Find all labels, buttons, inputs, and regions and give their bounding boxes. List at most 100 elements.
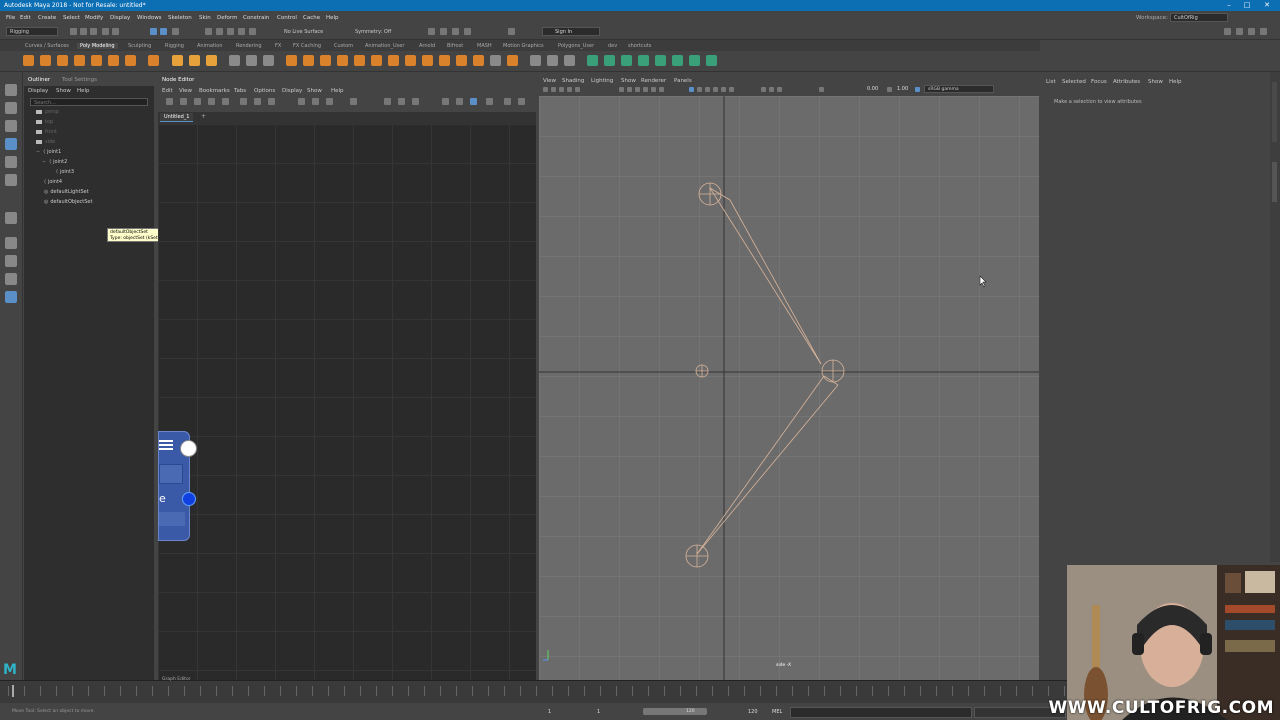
svg-tool-icon[interactable] (206, 55, 217, 66)
live-surface-label[interactable]: No Live Surface (284, 29, 323, 35)
rotate-tool-icon[interactable] (5, 156, 17, 168)
minimize-button[interactable]: – (1220, 0, 1238, 11)
bridge-icon[interactable] (337, 55, 348, 66)
menu-display[interactable]: Display (110, 15, 130, 21)
bridge-edge-icon[interactable] (371, 55, 382, 66)
menu-edit[interactable]: Edit (20, 15, 31, 21)
ne-menu-view[interactable]: View (179, 88, 192, 94)
select-by-hierarchy-icon[interactable] (150, 28, 157, 35)
menu-help[interactable]: Help (326, 15, 339, 21)
show-manipulator-icon[interactable] (5, 212, 17, 224)
extrude-icon[interactable] (320, 55, 331, 66)
ne-frame-all-icon[interactable] (240, 98, 247, 105)
shelf-tab-rendering[interactable]: Rendering (236, 43, 262, 49)
ne-graph-input-icon[interactable] (180, 98, 187, 105)
node-output-port[interactable] (180, 440, 197, 457)
channel-box-tab[interactable] (1272, 82, 1277, 142)
move-tool-icon[interactable] (5, 138, 17, 150)
shelf-tab-fx-caching[interactable]: FX Caching (293, 43, 321, 49)
outliner-row-top[interactable]: top (36, 119, 53, 125)
outliner-row-default-light-set[interactable]: ◎ defaultLightSet (44, 189, 89, 195)
toggle-attribute-editor-icon[interactable] (1236, 28, 1243, 35)
tab-outliner[interactable]: Outliner (28, 77, 50, 83)
ae-menu-selected[interactable]: Selected (1062, 79, 1086, 85)
script-language-label[interactable]: MEL (772, 709, 782, 715)
vp-field-chart-icon[interactable] (651, 87, 656, 92)
vp-smooth-shade-icon[interactable] (697, 87, 702, 92)
save-scene-icon[interactable] (90, 28, 97, 35)
planar-mapping-icon[interactable] (547, 55, 558, 66)
menu-windows[interactable]: Windows (137, 15, 162, 21)
shelf-tab-polygons-user[interactable]: Polygons_User (558, 43, 594, 49)
vp-textured-icon[interactable] (713, 87, 718, 92)
select-by-object-icon[interactable] (160, 28, 167, 35)
menu-constrain[interactable]: Constrain (243, 15, 269, 21)
expand-icon[interactable]: − (42, 159, 46, 165)
ae-menu-show[interactable]: Show (1148, 79, 1163, 85)
ne-graph-output-icon[interactable] (194, 98, 201, 105)
target-weld-icon[interactable] (439, 55, 450, 66)
ne-frame-selected-icon[interactable] (254, 98, 261, 105)
ne-search-icon[interactable] (350, 98, 357, 105)
separate-icon[interactable] (246, 55, 257, 66)
freeze-transforms-icon[interactable] (604, 55, 615, 66)
vp-resolution-gate-icon[interactable] (635, 87, 640, 92)
ne-layout-icon[interactable] (268, 98, 275, 105)
outliner-row-joint1[interactable]: − ⟨ joint1 (36, 149, 61, 155)
vp-lights-icon[interactable] (721, 87, 726, 92)
render-settings-icon[interactable] (452, 28, 459, 35)
vp-xray-joints-icon[interactable] (777, 87, 782, 92)
ne-snap-icon[interactable] (412, 98, 419, 105)
shelf-tab-rigging[interactable]: Rigging (165, 43, 184, 49)
close-button[interactable]: ✕ (1258, 0, 1276, 11)
vp-xray-icon[interactable] (769, 87, 774, 92)
outliner-row-default-object-set[interactable]: ◎ defaultObjectSet (44, 199, 92, 205)
ne-add-selected-icon[interactable] (222, 98, 229, 105)
shelf-tab-arnold[interactable]: Arnold (419, 43, 435, 49)
shelf-tab-animation[interactable]: Animation (197, 43, 223, 49)
snap-to-curve-icon[interactable] (216, 28, 223, 35)
shelf-tab-sculpting[interactable]: Sculpting (128, 43, 151, 49)
outliner-row-front[interactable]: front (36, 129, 57, 135)
vp-safe-action-icon[interactable] (659, 87, 664, 92)
vp-exposure-icon[interactable] (819, 87, 824, 92)
outliner-row-side[interactable]: side (36, 139, 55, 145)
vp-menu-view[interactable]: View (543, 78, 556, 84)
ne-settings-icon[interactable] (518, 98, 525, 105)
ae-menu-help[interactable]: Help (1169, 79, 1182, 85)
poly-disc-icon[interactable] (125, 55, 136, 66)
uv-editor-icon[interactable] (530, 55, 541, 66)
multi-cut-icon[interactable] (422, 55, 433, 66)
vp-menu-panels[interactable]: Panels (674, 78, 692, 84)
vp-menu-shading[interactable]: Shading (562, 78, 584, 84)
ne-menu-edit[interactable]: Edit (162, 88, 173, 94)
vp-film-gate-icon[interactable] (627, 87, 632, 92)
fill-hole-icon[interactable] (405, 55, 416, 66)
outliner-row-joint2[interactable]: − ⟨ joint2 (42, 159, 67, 165)
vp-camera-attributes-icon[interactable] (543, 87, 548, 92)
quad-draw-icon[interactable] (473, 55, 484, 66)
ipr-render-icon[interactable] (440, 28, 447, 35)
shelf-tab-custom[interactable]: Custom (334, 43, 353, 49)
snap-align-icon[interactable] (706, 55, 717, 66)
menu-skin[interactable]: Skin (199, 15, 211, 21)
ne-menu-display[interactable]: Display (282, 88, 302, 94)
vp-gate-mask-icon[interactable] (643, 87, 648, 92)
poly-cube-icon[interactable] (40, 55, 51, 66)
vp-exposure-field[interactable]: 0.00 (867, 86, 878, 92)
ne-menu-options[interactable]: Options (254, 88, 275, 94)
toggle-channel-box-icon[interactable] (1260, 28, 1267, 35)
menu-modify[interactable]: Modify (85, 15, 103, 21)
shelf-tab-dev[interactable]: dev (608, 43, 617, 49)
paint-select-tool-icon[interactable] (5, 120, 17, 132)
four-view-layout-icon[interactable] (5, 255, 17, 267)
ne-menu-show[interactable]: Show (307, 88, 322, 94)
shelf-tab-animation-user[interactable]: Animation_User (365, 43, 404, 49)
symmetry-icon[interactable] (655, 55, 666, 66)
vp-menu-renderer[interactable]: Renderer (641, 78, 666, 84)
ne-simple-mode-icon[interactable] (298, 98, 305, 105)
poly-plane-icon[interactable] (108, 55, 119, 66)
snap-to-view-plane-icon[interactable] (238, 28, 245, 35)
vp-image-plane-icon[interactable] (559, 87, 564, 92)
symmetry-label[interactable]: Symmetry: Off (355, 29, 391, 35)
